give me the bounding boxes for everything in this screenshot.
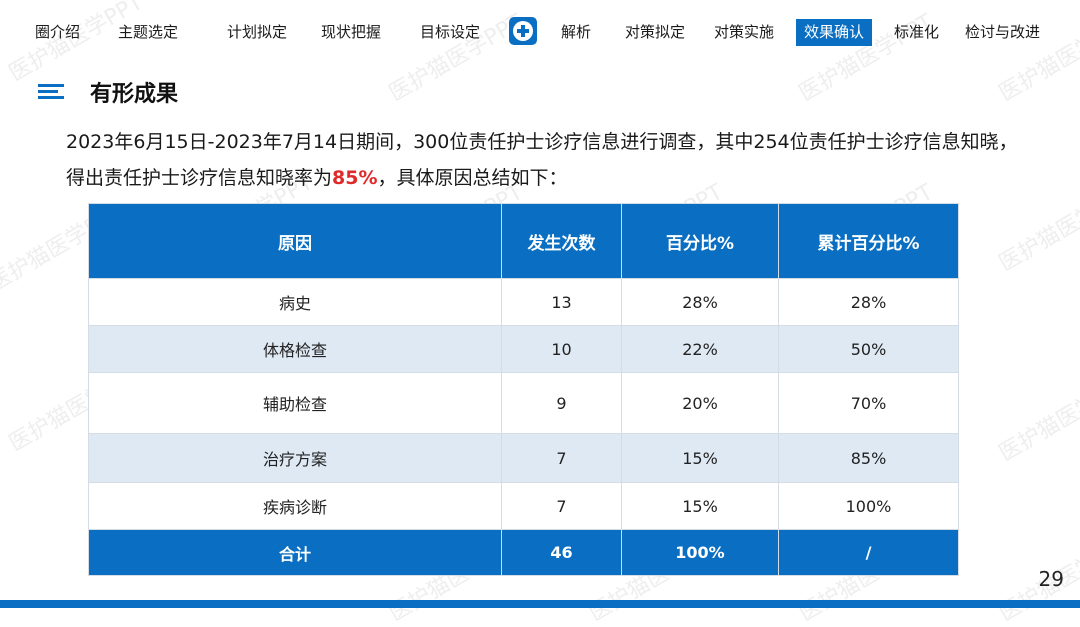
cell-cumulative: 100% xyxy=(778,482,959,530)
menu-icon xyxy=(38,84,64,100)
nav-item-review-improve[interactable]: 检讨与改进 xyxy=(965,17,1040,47)
cell-occurrences: 10 xyxy=(501,325,622,373)
nav-item-countermeasure-implement[interactable]: 对策实施 xyxy=(714,17,774,47)
cell-cumulative: 85% xyxy=(778,433,959,483)
nav-item-standardization[interactable]: 标准化 xyxy=(894,17,939,47)
awareness-rate-value: 85% xyxy=(332,167,378,189)
cell-percentage: 15% xyxy=(621,482,779,530)
total-cumulative: / xyxy=(778,529,959,576)
total-occurrences: 46 xyxy=(501,529,622,576)
cell-occurrences: 7 xyxy=(501,433,622,483)
description-line-2: 得出责任护士诊疗信息知晓率为85%，具体原因总结如下： xyxy=(66,160,1066,196)
total-label: 合计 xyxy=(88,529,502,576)
description-line-1: 2023年6月15日-2023年7月14日期间，300位责任护士诊疗信息进行调查… xyxy=(66,131,1018,153)
watermark-text: 医护猫医学PPT xyxy=(995,369,1080,467)
table-row: 辅助检查 9 20% 70% xyxy=(88,372,959,434)
nav-item-target-setting[interactable]: 目标设定 xyxy=(420,17,480,47)
watermark-text: 医护猫医学PPT xyxy=(995,529,1080,627)
cell-percentage: 22% xyxy=(621,325,779,373)
cell-percentage: 20% xyxy=(621,372,779,434)
nav-item-countermeasure-draft[interactable]: 对策拟定 xyxy=(625,17,685,47)
cell-cumulative: 28% xyxy=(778,278,959,326)
total-percentage: 100% xyxy=(621,529,779,576)
cause-statistics-table: 原因 发生次数 百分比% 累计百分比% 病史 13 28% 28% 体格检查 1… xyxy=(88,203,959,576)
nav-item-topic-selection[interactable]: 主题选定 xyxy=(118,17,178,47)
nav-item-plan[interactable]: 计划拟定 xyxy=(227,17,287,47)
nav-item-circle-intro[interactable]: 圈介绍 xyxy=(35,17,80,47)
header-occurrences: 发生次数 xyxy=(501,203,622,279)
cell-percentage: 15% xyxy=(621,433,779,483)
header-cumulative-percentage: 累计百分比% xyxy=(778,203,959,279)
top-navigation: 圈介绍 主题选定 计划拟定 现状把握 目标设定 解析 对策拟定 对策实施 效果确… xyxy=(0,17,1080,49)
table-total-row: 合计 46 100% / xyxy=(88,529,959,576)
header-percentage: 百分比% xyxy=(621,203,779,279)
cell-occurrences: 9 xyxy=(501,372,622,434)
cell-percentage: 28% xyxy=(621,278,779,326)
cell-occurrences: 7 xyxy=(501,482,622,530)
cell-cause: 治疗方案 xyxy=(88,433,502,483)
table-row: 体格检查 10 22% 50% xyxy=(88,325,959,373)
cell-occurrences: 13 xyxy=(501,278,622,326)
cell-cumulative: 50% xyxy=(778,325,959,373)
header-cause: 原因 xyxy=(88,203,502,279)
cell-cause: 辅助检查 xyxy=(88,372,502,434)
cell-cause: 病史 xyxy=(88,278,502,326)
section-title: 有形成果 xyxy=(90,82,179,107)
table-header-row: 原因 发生次数 百分比% 累计百分比% xyxy=(88,203,959,279)
description-line-2-prefix: 得出责任护士诊疗信息知晓率为 xyxy=(66,167,333,189)
cell-cause: 疾病诊断 xyxy=(88,482,502,530)
table-row: 疾病诊断 7 15% 100% xyxy=(88,482,959,530)
cell-cause: 体格检查 xyxy=(88,325,502,373)
bottom-bar xyxy=(0,600,1080,608)
nav-item-analysis[interactable]: 解析 xyxy=(561,17,591,47)
plus-icon[interactable] xyxy=(509,17,537,45)
nav-item-effect-confirm[interactable]: 效果确认 xyxy=(796,19,873,46)
page-number: 29 xyxy=(1038,567,1064,591)
description-paragraph: 2023年6月15日-2023年7月14日期间，300位责任护士诊疗信息进行调查… xyxy=(66,124,1066,196)
cell-cumulative: 70% xyxy=(778,372,959,434)
table-row: 病史 13 28% 28% xyxy=(88,278,959,326)
table-row: 治疗方案 7 15% 85% xyxy=(88,433,959,483)
description-line-2-suffix: ，具体原因总结如下： xyxy=(377,167,568,189)
nav-item-current-status[interactable]: 现状把握 xyxy=(321,17,381,47)
